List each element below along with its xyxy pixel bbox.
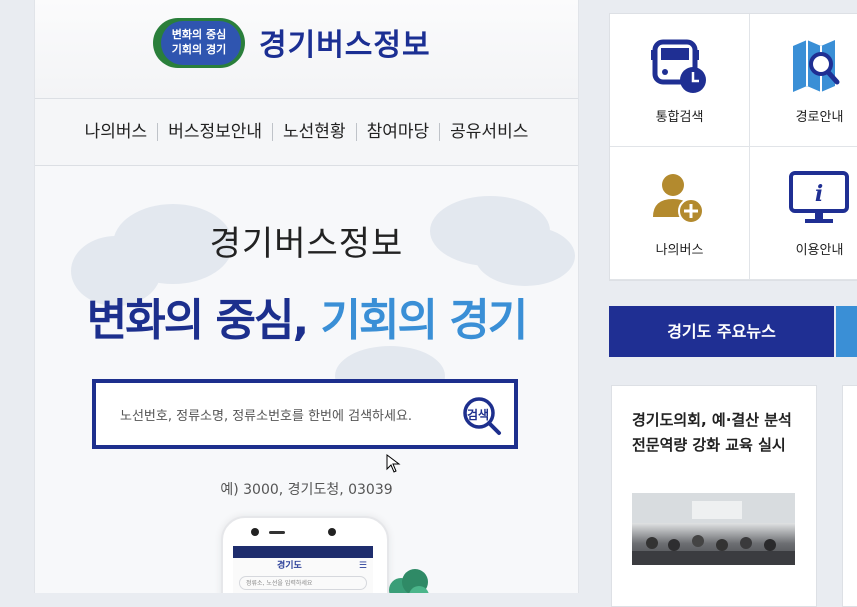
quick-menu-my-bus-label: 나의버스: [655, 243, 704, 258]
nav-item-bus-info[interactable]: 버스정보안내: [158, 123, 274, 141]
news-tabs: 경기도 주요뉴스: [609, 306, 857, 357]
quick-menu-guide[interactable]: i 이용안내: [750, 147, 857, 280]
phone-search-field: 정류소, 노선을 입력하세요: [239, 576, 367, 590]
quick-menu-route[interactable]: 경로안내: [750, 14, 857, 147]
map-search-icon: [793, 40, 840, 92]
main-panel: 변화의 중심 기회의 경기 경기버스정보 나의버스 버스정보안내 노선현황 참여…: [34, 0, 579, 593]
bush-illustration: [389, 569, 429, 593]
svg-text:i: i: [815, 181, 823, 207]
search-button-label: 검색: [467, 408, 490, 422]
logo-badge-line2: 기회의 경기: [171, 43, 227, 56]
quick-menu-guide-label: 이용안내: [795, 243, 844, 258]
search-button[interactable]: 검색: [462, 396, 502, 436]
search-input[interactable]: [118, 403, 442, 429]
news-card-title: 경기도의회, 예·결산 분석 전문역량 강화 교육 실시: [632, 411, 792, 454]
quick-menu-search[interactable]: 통합검색: [610, 14, 750, 147]
hero-title-part1: 변화의 중심,: [86, 295, 309, 346]
logo-badge: 변화의 중심 기회의 경기: [153, 18, 245, 68]
quick-menu-search-label: 통합검색: [655, 110, 704, 125]
tab-next[interactable]: [836, 306, 857, 357]
logo-badge-line1: 변화의 중심: [171, 28, 227, 41]
mouse-cursor-icon: [386, 454, 401, 473]
news-card-image: [632, 493, 795, 565]
hero-title-part2: 기회의 경기: [320, 295, 529, 346]
search-example: 예) 3000, 경기도청, 03039: [220, 482, 393, 498]
nav-item-shared-service[interactable]: 공유서비스: [440, 123, 538, 141]
nav-item-participation[interactable]: 참여마당: [357, 123, 441, 141]
main-nav: 나의버스 버스정보안내 노선현황 참여마당 공유서비스: [35, 99, 578, 166]
site-header: 변화의 중심 기회의 경기 경기버스정보: [35, 0, 578, 99]
logo-title: 경기버스정보: [259, 28, 431, 63]
search-box: 검색: [92, 379, 518, 449]
phone-illustration: 경기도 ☰ 정류소, 노선을 입력하세요: [221, 516, 389, 593]
hero-title: 변화의 중심, 기회의 경기: [35, 284, 578, 348]
hero-section: 경기버스정보 변화의 중심, 기회의 경기 검색 예) 3000, 경기도청, …: [35, 166, 578, 593]
monitor-info-icon: i: [789, 171, 849, 223]
hero-subtitle: 경기버스정보: [209, 224, 404, 264]
hamburger-icon: ☰: [358, 561, 367, 571]
quick-menu: 통합검색 경로안내 나의버스 i 이용안내: [609, 13, 857, 281]
news-card-next[interactable]: [842, 385, 857, 607]
user-add-icon: [653, 174, 704, 224]
tab-gyeonggi-news[interactable]: 경기도 주요뉴스: [609, 306, 834, 357]
meeting-photo: [632, 493, 795, 565]
news-card[interactable]: 경기도의회, 예·결산 분석 전문역량 강화 교육 실시: [611, 385, 817, 607]
quick-menu-my-bus[interactable]: 나의버스: [610, 147, 750, 280]
nav-item-my-bus[interactable]: 나의버스: [75, 123, 159, 141]
quick-menu-route-label: 경로안내: [795, 110, 844, 125]
nav-item-route-status[interactable]: 노선현황: [273, 123, 357, 141]
bus-clock-icon: [651, 39, 706, 93]
phone-brand: 경기도: [277, 561, 302, 571]
